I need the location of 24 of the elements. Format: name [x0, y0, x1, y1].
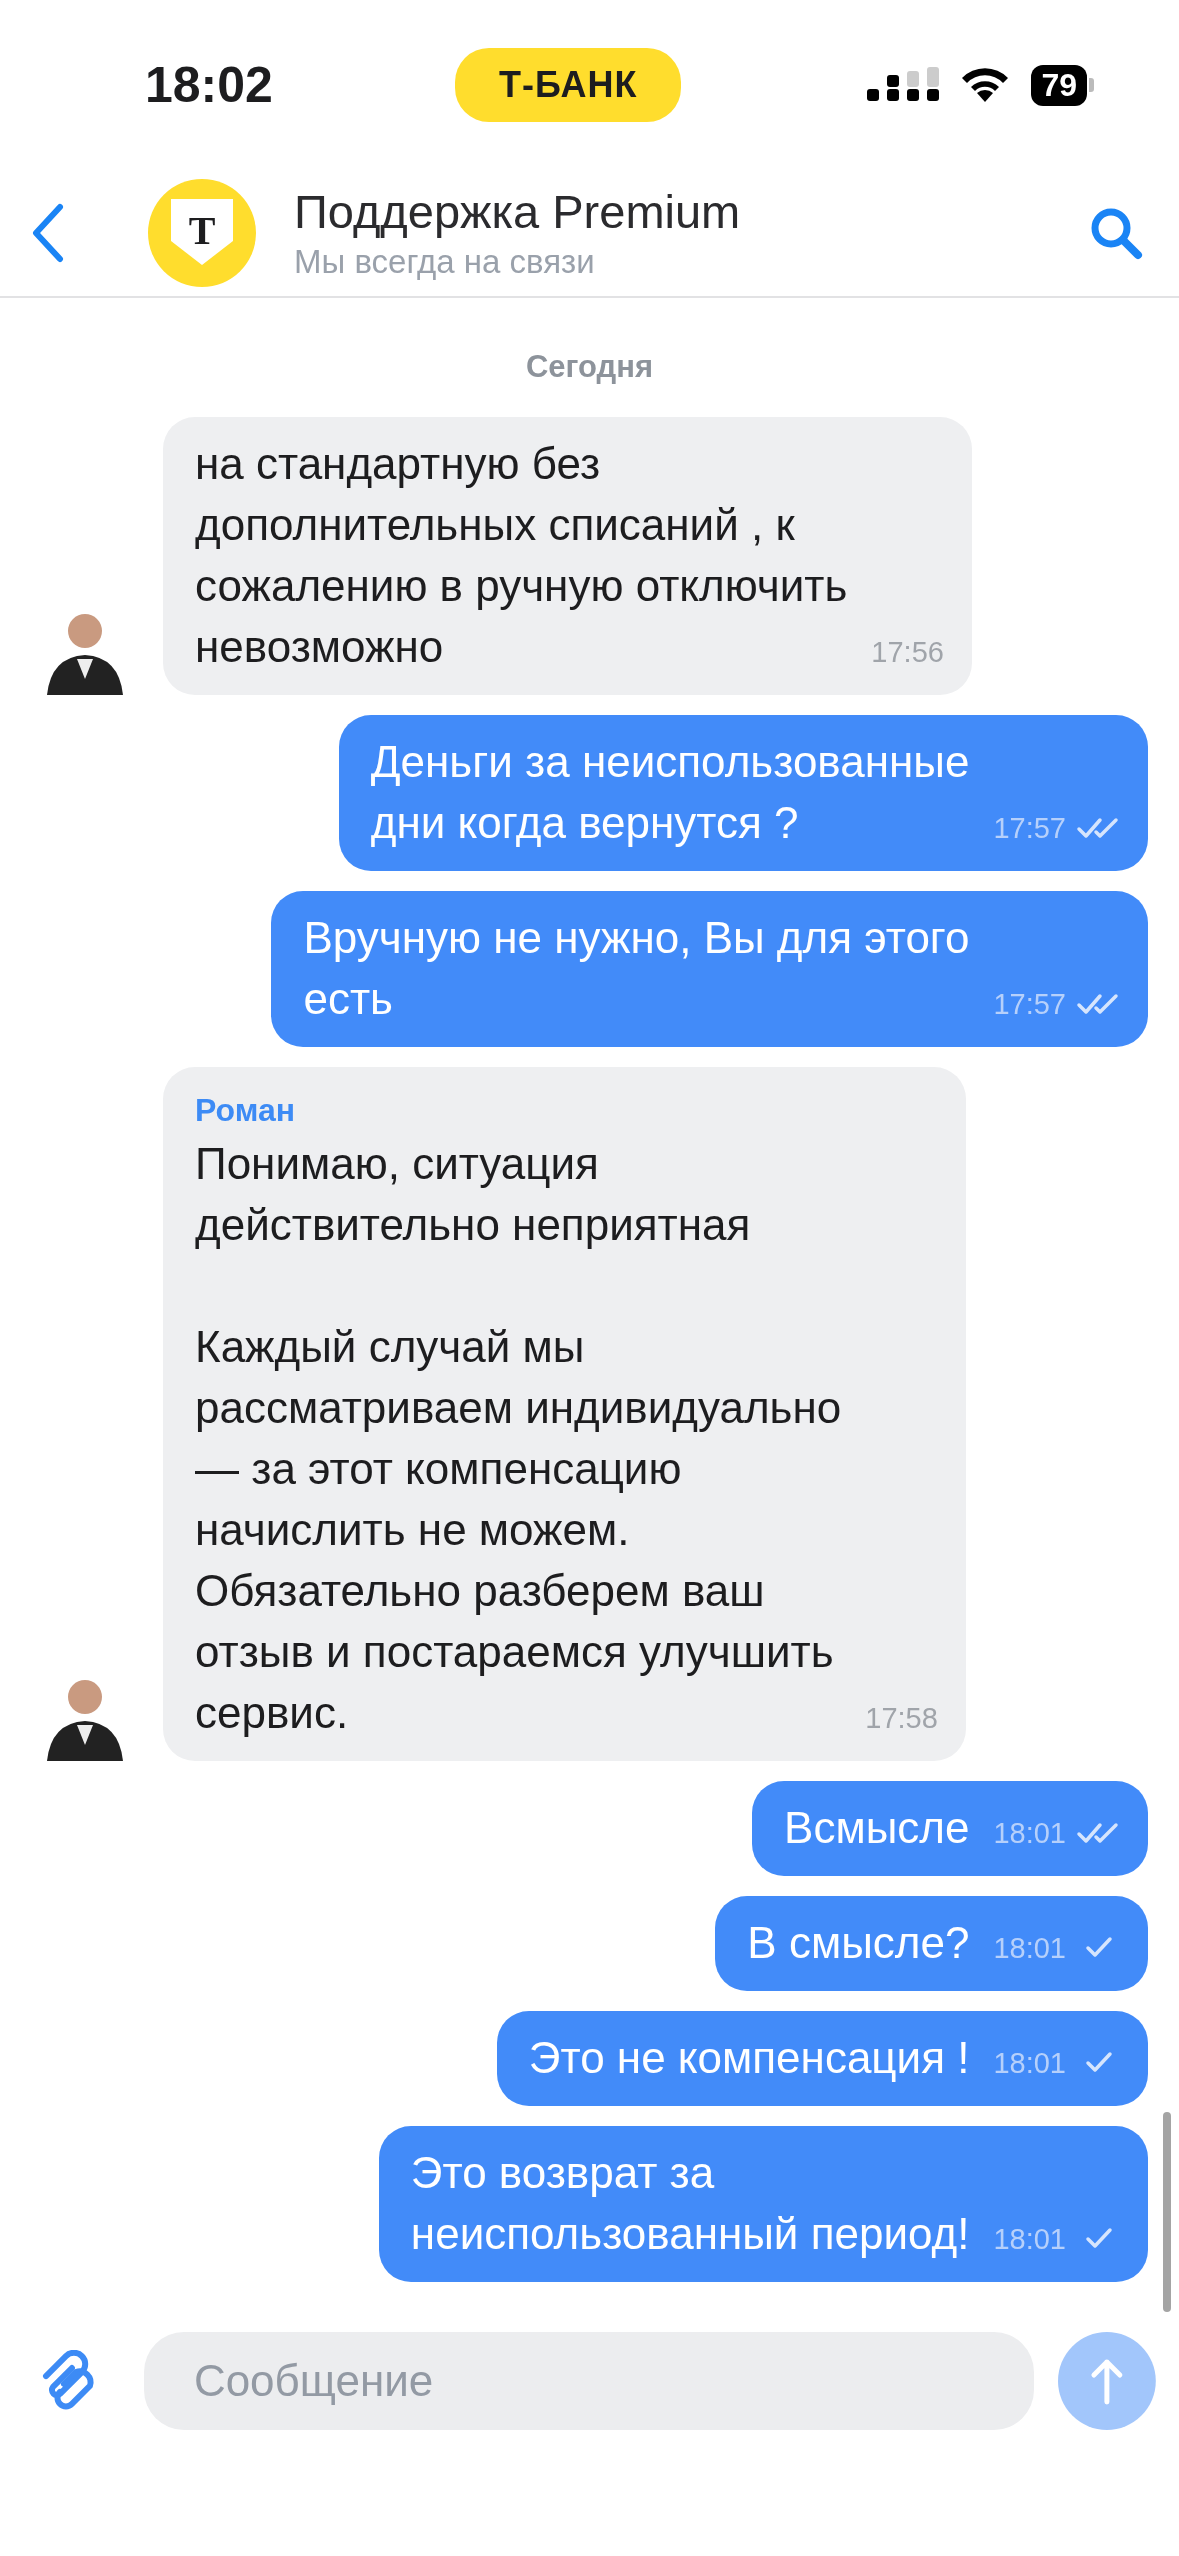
message-time: 18:01 [993, 2221, 1066, 2257]
message-text: Понимаю, ситуация действительно неприятная Каждый случай мы рассматриваем индивидуально — за этот компенсацию начислить не можем. Обязательно разберем ваш отзыв и постараемся улучшить сервис. [195, 1138, 842, 1739]
message-time: 17:57 [993, 986, 1066, 1022]
message-time: 17:57 [993, 810, 1066, 846]
message-input[interactable]: Сообщение [143, 2332, 1035, 2430]
message-text: на стандартную без дополнительных списаний , к сожалению в ручную отключить невозможно [195, 438, 848, 673]
sender-name: Роман [195, 1091, 297, 1130]
message-time: 18:01 [993, 1930, 1066, 1966]
chat-subtitle: Мы всегда на связи [294, 242, 596, 282]
bank-logo: Т [148, 179, 256, 287]
message-text: Это возврат за неиспользованный период! [410, 2147, 970, 2260]
message-time: 18:01 [993, 1815, 1066, 1851]
signal-icon [867, 67, 940, 103]
message-text: В смысле? [747, 1917, 970, 1969]
status-time: 18:02 [145, 56, 274, 114]
message-time: 17:58 [865, 1700, 938, 1736]
message-text: Вручную не нужно, Вы для этого есть [303, 912, 970, 1025]
message-time: 17:56 [871, 634, 944, 670]
message-text: Это не компенсация ! [528, 2032, 970, 2084]
chat-title: Поддержка Premium [294, 184, 741, 240]
message-text: Деньги за неиспользованные дни когда вернутся ? [370, 736, 970, 849]
message-text: Всмысле [784, 1802, 970, 1854]
message-time: 18:01 [993, 2045, 1066, 2081]
bank-pill: Т-БАНК [455, 48, 682, 122]
